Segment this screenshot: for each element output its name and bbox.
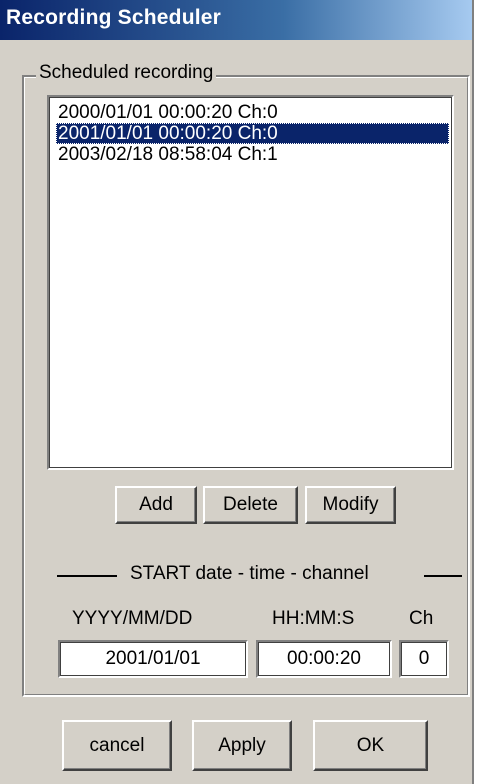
title-bar[interactable]: Recording Scheduler xyxy=(0,0,472,40)
channel-input[interactable]: 0 xyxy=(399,640,449,678)
schedule-list-item[interactable]: 2000/01/01 00:00:20 Ch:0 xyxy=(56,102,449,123)
time-label: HH:MM:S xyxy=(272,608,355,629)
recording-scheduler-window: Recording Scheduler Scheduled recording … xyxy=(0,0,474,784)
date-label: YYYY/MM/DD xyxy=(72,608,193,629)
date-input[interactable]: 2001/01/01 xyxy=(58,640,248,678)
section-divider-right xyxy=(424,575,462,577)
window-title: Recording Scheduler xyxy=(6,6,222,29)
apply-button[interactable]: Apply xyxy=(192,720,292,771)
group-label: Scheduled recording xyxy=(36,62,217,84)
schedule-list-item[interactable]: 2003/02/18 08:58:04 Ch:1 xyxy=(56,144,449,165)
ok-button[interactable]: OK xyxy=(313,720,428,771)
channel-label: Ch xyxy=(409,608,434,629)
modify-button[interactable]: Modify xyxy=(305,486,396,524)
cancel-button[interactable]: cancel xyxy=(62,720,172,771)
add-button[interactable]: Add xyxy=(115,486,197,524)
section-divider-left xyxy=(57,575,117,577)
schedule-list-item-selected[interactable]: 2001/01/01 00:00:20 Ch:0 xyxy=(56,123,449,144)
schedule-listbox[interactable]: 2000/01/01 00:00:20 Ch:0 2001/01/01 00:0… xyxy=(47,95,454,470)
section-label: START date - time - channel xyxy=(130,563,369,584)
delete-button[interactable]: Delete xyxy=(203,486,298,524)
time-input[interactable]: 00:00:20 xyxy=(256,640,392,678)
